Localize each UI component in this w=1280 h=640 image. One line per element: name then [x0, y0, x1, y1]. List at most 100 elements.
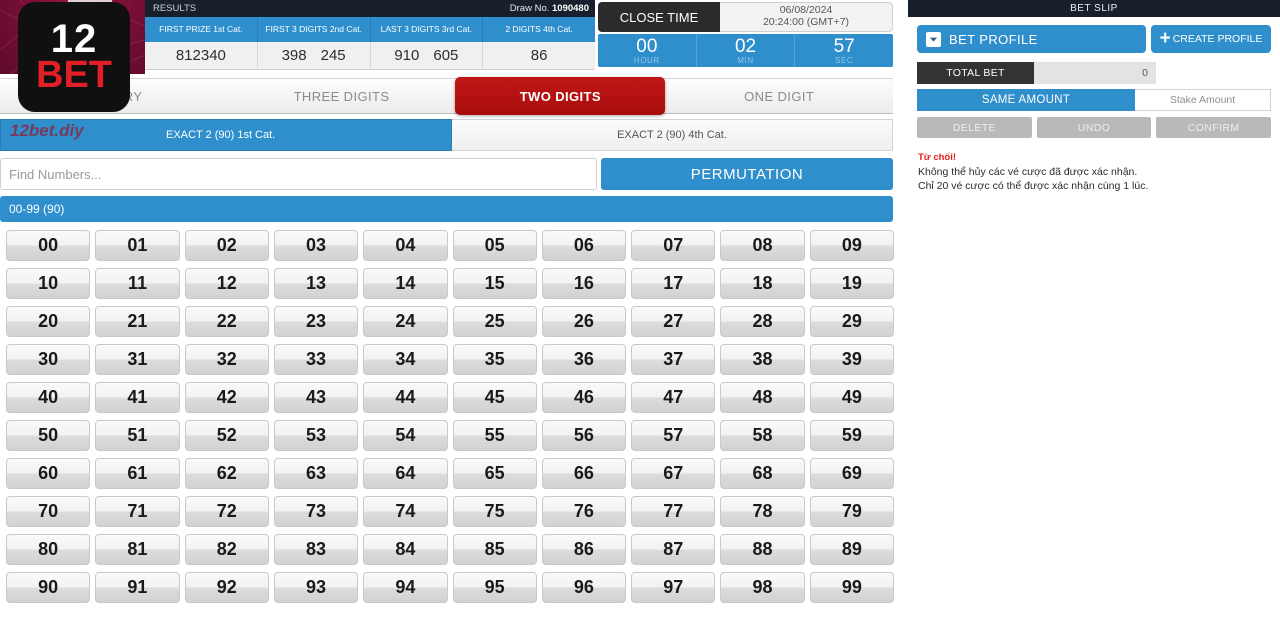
- number-button-72[interactable]: 72: [184, 496, 269, 527]
- number-button-34[interactable]: 34: [363, 344, 448, 375]
- number-button-18[interactable]: 18: [720, 268, 805, 299]
- number-button-31[interactable]: 31: [95, 344, 180, 375]
- number-button-69[interactable]: 69: [809, 458, 894, 489]
- number-button-64[interactable]: 64: [363, 458, 448, 489]
- number-button-94[interactable]: 94: [363, 572, 448, 603]
- number-button-67[interactable]: 67: [631, 458, 716, 489]
- number-button-03[interactable]: 03: [273, 230, 359, 261]
- number-button-20[interactable]: 20: [6, 306, 91, 337]
- number-button-71[interactable]: 71: [95, 496, 180, 527]
- number-button-60[interactable]: 60: [6, 458, 91, 489]
- number-button-81[interactable]: 81: [95, 534, 180, 565]
- number-button-83[interactable]: 83: [273, 534, 359, 565]
- bet-profile-dropdown[interactable]: BET PROFILE: [917, 25, 1146, 53]
- number-button-07[interactable]: 07: [631, 230, 716, 261]
- number-button-49[interactable]: 49: [809, 382, 894, 413]
- number-button-48[interactable]: 48: [720, 382, 805, 413]
- number-button-15[interactable]: 15: [452, 268, 537, 299]
- number-button-35[interactable]: 35: [452, 344, 537, 375]
- number-button-16[interactable]: 16: [541, 268, 627, 299]
- number-button-78[interactable]: 78: [720, 496, 805, 527]
- number-button-06[interactable]: 06: [541, 230, 627, 261]
- number-button-99[interactable]: 99: [809, 572, 894, 603]
- number-button-24[interactable]: 24: [363, 306, 448, 337]
- delete-button[interactable]: DELETE: [917, 117, 1032, 138]
- tab-one-digit[interactable]: ONE DIGIT: [665, 79, 893, 113]
- number-button-57[interactable]: 57: [631, 420, 716, 451]
- number-button-54[interactable]: 54: [363, 420, 448, 451]
- number-button-76[interactable]: 76: [541, 496, 627, 527]
- number-button-12[interactable]: 12: [184, 268, 269, 299]
- number-button-26[interactable]: 26: [541, 306, 627, 337]
- number-button-40[interactable]: 40: [6, 382, 91, 413]
- number-button-05[interactable]: 05: [452, 230, 537, 261]
- number-button-86[interactable]: 86: [541, 534, 627, 565]
- number-button-22[interactable]: 22: [184, 306, 269, 337]
- tab-two-digits[interactable]: TWO DIGITS: [455, 77, 666, 115]
- number-button-13[interactable]: 13: [273, 268, 359, 299]
- search-input[interactable]: [0, 158, 597, 190]
- brand-logo[interactable]: 12 BET: [18, 2, 130, 112]
- number-button-36[interactable]: 36: [541, 344, 627, 375]
- number-button-73[interactable]: 73: [273, 496, 359, 527]
- number-button-65[interactable]: 65: [452, 458, 537, 489]
- create-profile-button[interactable]: + CREATE PROFILE: [1151, 25, 1271, 53]
- number-button-17[interactable]: 17: [631, 268, 716, 299]
- number-button-91[interactable]: 91: [95, 572, 180, 603]
- number-button-52[interactable]: 52: [184, 420, 269, 451]
- stake-amount-input[interactable]: [1135, 89, 1271, 111]
- number-button-95[interactable]: 95: [452, 572, 537, 603]
- number-button-43[interactable]: 43: [273, 382, 359, 413]
- number-button-61[interactable]: 61: [95, 458, 180, 489]
- number-button-84[interactable]: 84: [363, 534, 448, 565]
- number-button-23[interactable]: 23: [273, 306, 359, 337]
- number-button-58[interactable]: 58: [720, 420, 805, 451]
- confirm-button[interactable]: CONFIRM: [1156, 117, 1272, 138]
- number-button-41[interactable]: 41: [95, 382, 180, 413]
- permutation-button[interactable]: PERMUTATION: [601, 158, 893, 190]
- number-button-08[interactable]: 08: [720, 230, 805, 261]
- number-button-51[interactable]: 51: [95, 420, 180, 451]
- number-button-21[interactable]: 21: [95, 306, 180, 337]
- number-button-62[interactable]: 62: [184, 458, 269, 489]
- number-button-09[interactable]: 09: [809, 230, 894, 261]
- number-button-46[interactable]: 46: [541, 382, 627, 413]
- number-button-97[interactable]: 97: [631, 572, 716, 603]
- number-button-50[interactable]: 50: [6, 420, 91, 451]
- number-button-10[interactable]: 10: [6, 268, 91, 299]
- number-button-53[interactable]: 53: [273, 420, 359, 451]
- number-button-29[interactable]: 29: [809, 306, 894, 337]
- number-button-98[interactable]: 98: [720, 572, 805, 603]
- number-button-28[interactable]: 28: [720, 306, 805, 337]
- number-button-70[interactable]: 70: [6, 496, 91, 527]
- number-button-75[interactable]: 75: [452, 496, 537, 527]
- number-button-66[interactable]: 66: [541, 458, 627, 489]
- same-amount-button[interactable]: SAME AMOUNT: [917, 89, 1135, 111]
- number-button-14[interactable]: 14: [363, 268, 448, 299]
- undo-button[interactable]: UNDO: [1036, 117, 1152, 138]
- number-button-74[interactable]: 74: [363, 496, 448, 527]
- number-button-79[interactable]: 79: [809, 496, 894, 527]
- number-button-04[interactable]: 04: [363, 230, 448, 261]
- number-button-27[interactable]: 27: [631, 306, 716, 337]
- number-button-00[interactable]: 00: [6, 230, 91, 261]
- number-button-90[interactable]: 90: [6, 572, 91, 603]
- number-button-77[interactable]: 77: [631, 496, 716, 527]
- number-button-44[interactable]: 44: [363, 382, 448, 413]
- number-button-38[interactable]: 38: [720, 344, 805, 375]
- number-button-82[interactable]: 82: [184, 534, 269, 565]
- number-button-96[interactable]: 96: [541, 572, 627, 603]
- subtab-exact2-4th-cat[interactable]: EXACT 2 (90) 4th Cat.: [452, 119, 893, 151]
- tab-three-digits[interactable]: THREE DIGITS: [228, 79, 456, 113]
- number-button-68[interactable]: 68: [720, 458, 805, 489]
- number-button-33[interactable]: 33: [273, 344, 359, 375]
- number-button-59[interactable]: 59: [809, 420, 894, 451]
- number-button-55[interactable]: 55: [452, 420, 537, 451]
- subtab-exact2-1st-cat[interactable]: EXACT 2 (90) 1st Cat.: [0, 119, 452, 151]
- number-button-42[interactable]: 42: [184, 382, 269, 413]
- number-button-89[interactable]: 89: [809, 534, 894, 565]
- number-button-30[interactable]: 30: [6, 344, 91, 375]
- number-button-63[interactable]: 63: [273, 458, 359, 489]
- number-button-01[interactable]: 01: [95, 230, 180, 261]
- number-button-80[interactable]: 80: [6, 534, 91, 565]
